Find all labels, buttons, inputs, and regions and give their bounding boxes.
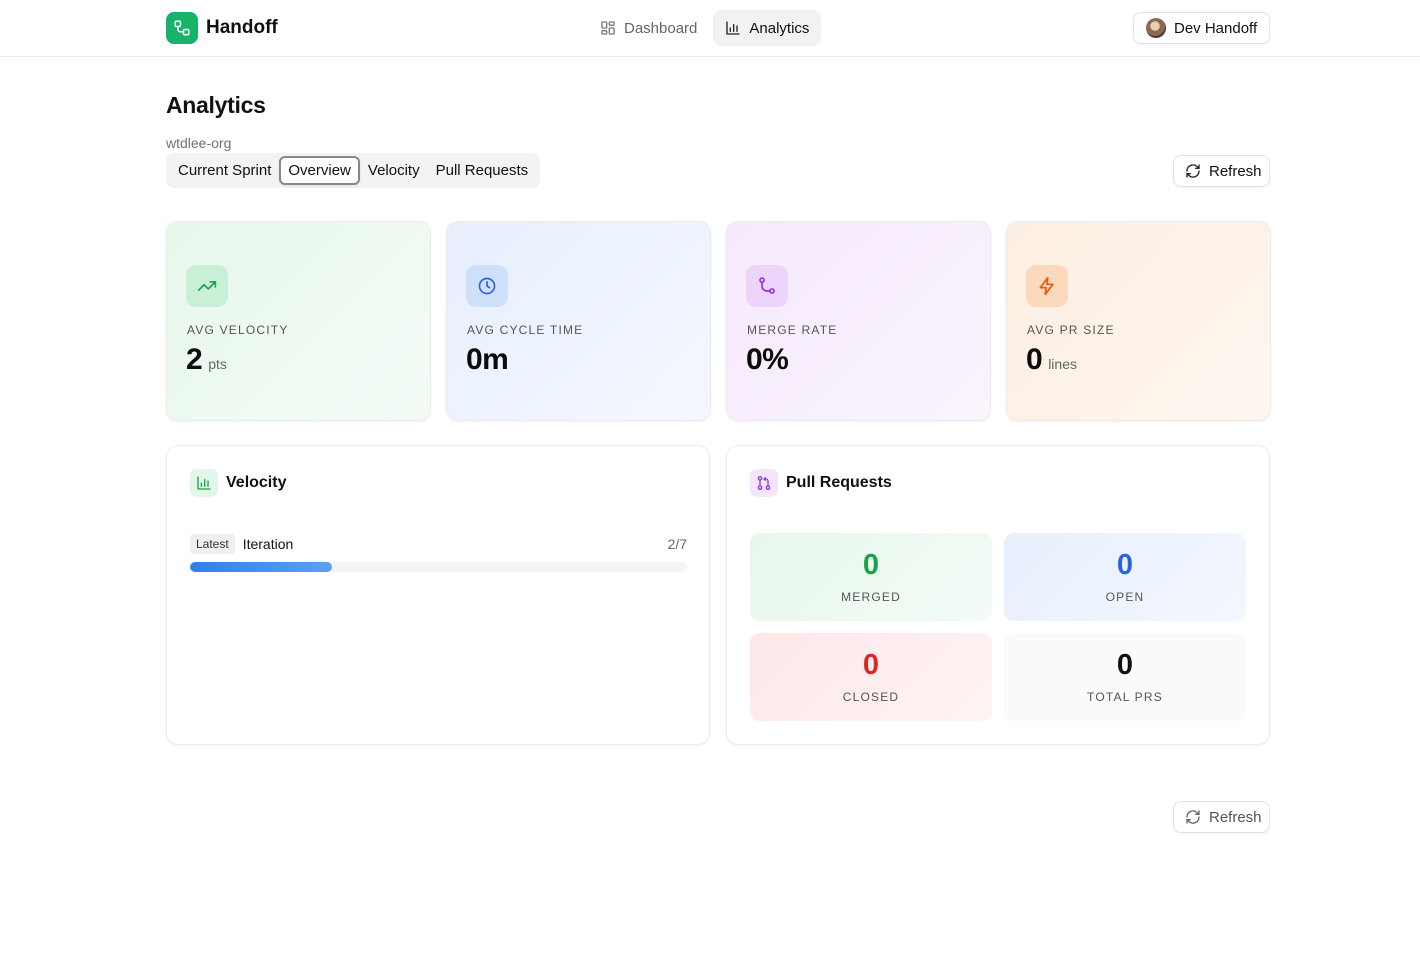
clock-icon xyxy=(466,265,508,307)
stat-value: 2 xyxy=(186,343,203,376)
brand-name: Handoff xyxy=(206,17,278,38)
user-name: Dev Handoff xyxy=(1174,19,1258,37)
stat-label: MERGE RATE xyxy=(747,323,838,337)
git-pull-request-icon xyxy=(750,469,778,497)
nav-item-analytics[interactable]: Analytics xyxy=(713,10,822,46)
tab-current-sprint[interactable]: Current Sprint xyxy=(170,156,279,185)
stat-label: AVG CYCLE TIME xyxy=(467,323,584,337)
latest-badge: Latest xyxy=(190,534,235,554)
brand[interactable]: Handoff xyxy=(166,12,278,44)
pull-requests-panel: Pull Requests 0 MERGED 0 OPEN 0 CLOSED 0… xyxy=(726,445,1270,745)
velocity-progress-fill xyxy=(190,562,332,572)
pr-open-count: 0 xyxy=(1116,548,1134,581)
stat-value: 0% xyxy=(746,343,789,376)
stat-unit: lines xyxy=(1048,356,1077,372)
main-nav: Dashboard Analytics xyxy=(588,10,822,46)
git-merge-icon xyxy=(746,265,788,307)
stat-card-avg-velocity: AVG VELOCITY 2 pts xyxy=(166,221,431,421)
stat-card-avg-cycle-time: AVG CYCLE TIME 0m xyxy=(446,221,711,421)
pr-merged-stat: 0 MERGED xyxy=(750,533,992,621)
org-name: wtdlee-org xyxy=(166,135,232,151)
pr-open-label: OPEN xyxy=(1105,589,1145,604)
panel-title: Pull Requests xyxy=(786,474,892,491)
pr-total-label: TOTAL PRS xyxy=(1087,689,1163,704)
stat-card-merge-rate: MERGE RATE 0% xyxy=(726,221,991,421)
refresh-icon xyxy=(1186,164,1200,178)
pr-closed-label: CLOSED xyxy=(842,689,900,704)
iteration-label: Iteration xyxy=(242,536,294,552)
stat-value: 0 xyxy=(1026,343,1043,376)
iteration-ratio: 2/7 xyxy=(667,536,687,552)
nav-item-label: Dashboard xyxy=(624,19,698,37)
pr-closed-stat: 0 CLOSED xyxy=(750,633,992,721)
panel-title: Velocity xyxy=(226,474,287,491)
nav-item-label: Analytics xyxy=(749,19,810,37)
refresh-icon xyxy=(1186,810,1200,824)
velocity-progress-bar xyxy=(190,562,687,572)
stat-label: AVG VELOCITY xyxy=(187,323,289,337)
pr-closed-count: 0 xyxy=(862,648,880,681)
bar-chart-icon xyxy=(190,469,218,497)
tab-pull-requests[interactable]: Pull Requests xyxy=(428,156,537,185)
refresh-label: Refresh xyxy=(1209,808,1262,826)
trending-up-icon xyxy=(186,265,228,307)
pr-total-stat: 0 TOTAL PRS xyxy=(1004,633,1246,721)
page-title: Analytics xyxy=(166,92,266,118)
user-menu-button[interactable]: Dev Handoff xyxy=(1133,12,1270,44)
velocity-panel: Velocity Latest Iteration 2/7 xyxy=(166,445,710,745)
stat-value: 0m xyxy=(466,343,509,376)
analytics-tabs: Current Sprint Overview Velocity Pull Re… xyxy=(166,153,541,188)
zap-icon xyxy=(1026,265,1068,307)
top-navigation-bar: Handoff Dashboard Analytics Dev Handoff xyxy=(0,0,1420,57)
pr-open-stat: 0 OPEN xyxy=(1004,533,1246,621)
pr-total-count: 0 xyxy=(1116,648,1134,681)
tab-overview[interactable]: Overview xyxy=(279,156,360,185)
tab-velocity[interactable]: Velocity xyxy=(360,156,428,185)
pr-merged-label: MERGED xyxy=(841,589,901,604)
stat-card-avg-pr-size: AVG PR SIZE 0 lines xyxy=(1006,221,1271,421)
refresh-button[interactable]: Refresh xyxy=(1173,155,1270,187)
refresh-label: Refresh xyxy=(1209,162,1262,180)
bar-chart-icon xyxy=(726,21,741,35)
velocity-iteration-row: Latest Iteration 2/7 xyxy=(190,533,687,555)
refresh-button-bottom[interactable]: Refresh xyxy=(1173,801,1270,833)
handoff-logo-icon xyxy=(166,12,198,44)
avatar xyxy=(1146,18,1166,38)
stat-label: AVG PR SIZE xyxy=(1027,323,1115,337)
stat-unit: pts xyxy=(208,356,227,372)
pr-merged-count: 0 xyxy=(862,548,880,581)
nav-item-dashboard[interactable]: Dashboard xyxy=(588,10,709,46)
dashboard-grid-icon xyxy=(601,21,615,35)
